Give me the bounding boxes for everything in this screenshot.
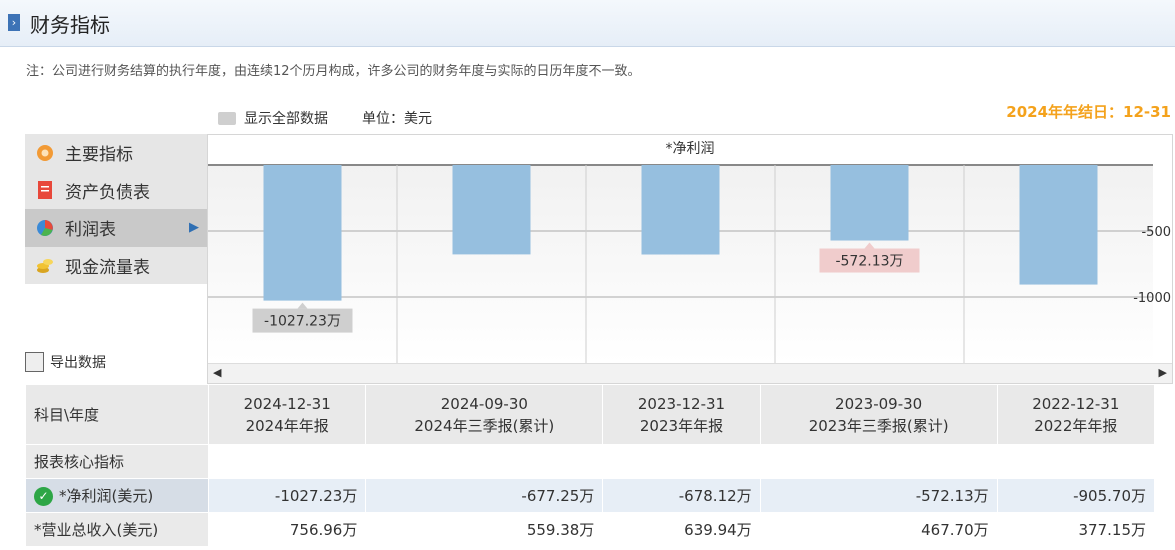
section-row: 报表核心指标 [25,444,1156,479]
menu-item-balance-sheet[interactable]: 资产负债表 [25,171,207,209]
scroll-right-icon[interactable]: ▶ [1159,366,1167,379]
bar [263,165,342,301]
export-label: 导出数据 [50,355,106,371]
export-data-button[interactable]: 导出数据 [25,352,106,372]
gear-flower-icon [35,143,55,163]
row-label: *营业总收入(美元) [25,512,209,547]
column-period: 2022年年报 [1034,416,1118,435]
section-header: › 财务指标 [0,0,1175,47]
menu-item-income-statement[interactable]: 利润表 ▶ [25,209,207,247]
table-cell: 559.38万 [365,512,604,547]
bar [1019,165,1098,285]
column-header: 2024-09-30 2024年三季报(累计) [365,384,604,445]
column-header: 2023-09-30 2023年三季报(累计) [759,384,998,445]
table-cell: 467.70万 [759,512,998,547]
menu-item-label: 资产负债表 [65,182,150,203]
bar [830,165,909,241]
table-cell: 639.94万 [602,512,761,547]
section-title: 财务指标 [30,13,110,37]
column-date: 2024-12-31 [243,394,331,413]
chart-title: *净利润 [666,141,715,157]
column-period: 2023年三季报(累计) [808,416,949,435]
column-period: 2023年年报 [639,416,724,435]
year-end-label: 2024年年结日：12-31 [1006,103,1171,121]
section-label: 报表核心指标 [25,444,209,479]
data-label: -572.13万 [835,254,903,270]
show-all-checkbox-icon[interactable] [218,111,236,125]
net-profit-chart: *净利润 -500 -1000 -1027.23万 -572.13万 ◀ ▶ [207,134,1173,384]
chart-scrollbar[interactable]: ◀ ▶ [208,363,1172,383]
table-row-net-profit[interactable]: ✓ *净利润(美元) -1027.23万 -677.25万 -678.12万 -5… [25,478,1156,513]
row-label: ✓ *净利润(美元) [25,478,209,513]
column-date: 2022-12-31 [1032,394,1120,413]
active-arrow-icon: ▶ [189,220,199,236]
y-tick-label: -500 [1141,225,1171,240]
table-cell: -1027.23万 [207,478,367,513]
column-header: 2023-12-31 2023年年报 [602,384,761,445]
menu-item-cash-flow[interactable]: 现金流量表 [25,246,207,284]
table-cell: -678.12万 [602,478,761,513]
column-date: 2024-09-30 [440,394,528,413]
data-label: -1027.23万 [264,314,341,330]
corner-header: 科目\年度 [25,384,209,445]
chevron-right-icon: › [8,14,20,31]
bar [641,165,720,255]
menu-item-label: 利润表 [65,220,116,241]
table-cell: -677.25万 [365,478,604,513]
chart-toolbar: 显示全部数据 单位：美元 [218,108,432,128]
fiscal-year-note: 注：公司进行财务结算的执行年度，由连续12个历月构成，许多公司的财务年度与实际的… [26,64,641,79]
column-period: 2024年三季报(累计) [414,416,555,435]
unit-label: 单位：美元 [362,111,432,127]
pie-chart-icon [35,218,55,238]
column-date: 2023-09-30 [835,394,923,413]
y-tick-label: -1000 [1133,291,1171,306]
table-cell: 377.15万 [996,512,1156,547]
menu-item-label: 现金流量表 [65,257,150,278]
statement-menu: 主要指标 资产负债表 利润表 ▶ 现金流量表 [25,134,207,284]
table-cell: 756.96万 [207,512,367,547]
coins-icon [35,255,55,275]
financial-table: 科目\年度 2024-12-31 2024年年报 2024-09-30 2024年三… [25,384,1156,547]
menu-item-label: 主要指标 [65,145,133,166]
document-icon [35,180,55,200]
column-header: 2022-12-31 2022年年报 [996,384,1156,445]
column-date: 2023-12-31 [637,394,726,413]
show-all-data-toggle[interactable]: 显示全部数据 [244,108,328,128]
table-row-revenue[interactable]: *营业总收入(美元) 756.96万 559.38万 639.94万 467.7… [25,512,1156,547]
bar [452,165,531,255]
scroll-left-icon[interactable]: ◀ [213,366,221,379]
column-header: 2024-12-31 2024年年报 [207,384,367,445]
chart-canvas: *净利润 -500 -1000 -1027.23万 -572.13万 [208,141,1171,363]
spreadsheet-icon [25,352,44,372]
column-period: 2024年年报 [245,416,329,435]
table-cell: -572.13万 [759,478,998,513]
table-header-row: 科目\年度 2024-12-31 2024年年报 2024-09-30 2024年三… [25,384,1156,445]
menu-item-main-indicators[interactable]: 主要指标 [25,134,207,172]
check-circle-icon: ✓ [34,487,53,506]
table-cell: -905.70万 [996,478,1156,513]
